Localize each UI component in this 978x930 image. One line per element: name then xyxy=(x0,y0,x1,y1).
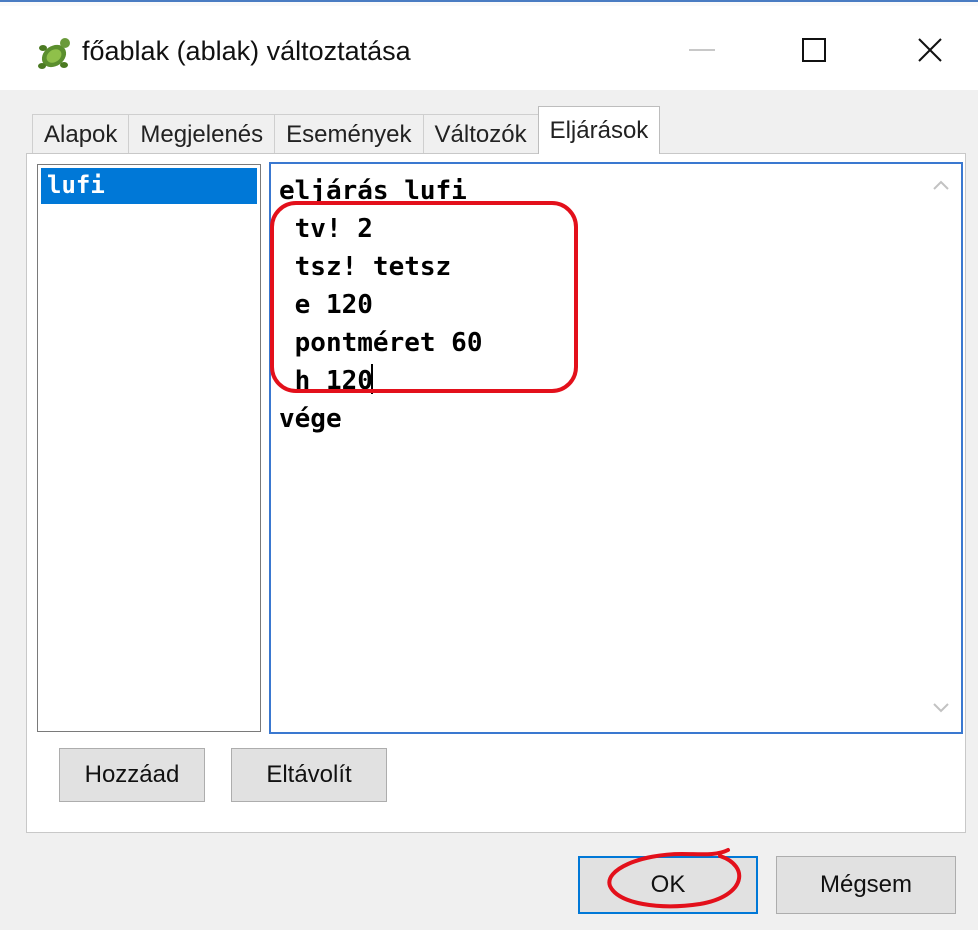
tab-alapok[interactable]: Alapok xyxy=(32,114,130,154)
code-text: eljárás lufi tv! 2 tsz! tetsz e 120 pont… xyxy=(279,172,483,438)
close-icon xyxy=(915,35,945,70)
tab-label: Változók xyxy=(434,120,527,148)
code-line: pontméret 60 xyxy=(279,328,483,358)
minimize-icon xyxy=(687,35,717,70)
tab-eljarasok[interactable]: Eljárások xyxy=(537,106,661,154)
tab-valtozok[interactable]: Változók xyxy=(422,114,539,154)
tab-label: Események xyxy=(286,120,412,148)
text-caret xyxy=(370,364,373,394)
code-line-text: h 120 xyxy=(279,366,373,396)
code-line: tsz! tetsz xyxy=(279,252,452,282)
title-bar: főablak (ablak) változtatása xyxy=(0,6,978,90)
chevron-up-icon[interactable] xyxy=(931,178,951,197)
minimize-button[interactable] xyxy=(670,20,734,84)
tab-label: Eljárások xyxy=(549,116,649,144)
procedure-list[interactable]: lufi xyxy=(37,164,261,732)
window-title: főablak (ablak) változtatása xyxy=(82,36,411,66)
procedures-tab-page: lufi eljárás lufi tv! 2 tsz! tetsz e 120… xyxy=(26,153,966,833)
dialog-body: Alapok Megjelenés Események Változók Elj… xyxy=(0,90,978,930)
tab-megjelenes[interactable]: Megjelenés xyxy=(128,114,276,154)
maximize-button[interactable] xyxy=(782,20,846,84)
tab-label: Megjelenés xyxy=(140,120,264,148)
tab-esemenyek[interactable]: Események xyxy=(274,114,424,154)
list-item-lufi[interactable]: lufi xyxy=(41,168,257,204)
tab-label: Alapok xyxy=(44,120,118,148)
remove-button[interactable]: Eltávolít xyxy=(231,748,387,802)
add-button[interactable]: Hozzáad xyxy=(59,748,205,802)
ok-button[interactable]: OK xyxy=(578,856,758,914)
code-line-with-caret: h 120 xyxy=(279,362,483,400)
tab-strip: Alapok Megjelenés Események Változók Elj… xyxy=(32,106,661,154)
code-line: tv! 2 xyxy=(279,214,373,244)
code-line: vége xyxy=(279,404,342,434)
code-line: eljárás lufi xyxy=(279,176,467,206)
procedure-code-editor[interactable]: eljárás lufi tv! 2 tsz! tetsz e 120 pont… xyxy=(269,162,963,734)
chevron-down-icon[interactable] xyxy=(931,701,951,720)
turtle-logo-icon xyxy=(34,34,74,74)
maximize-icon xyxy=(799,35,829,70)
close-button[interactable] xyxy=(898,20,962,84)
code-line: e 120 xyxy=(279,290,373,320)
cancel-button[interactable]: Mégsem xyxy=(776,856,956,914)
